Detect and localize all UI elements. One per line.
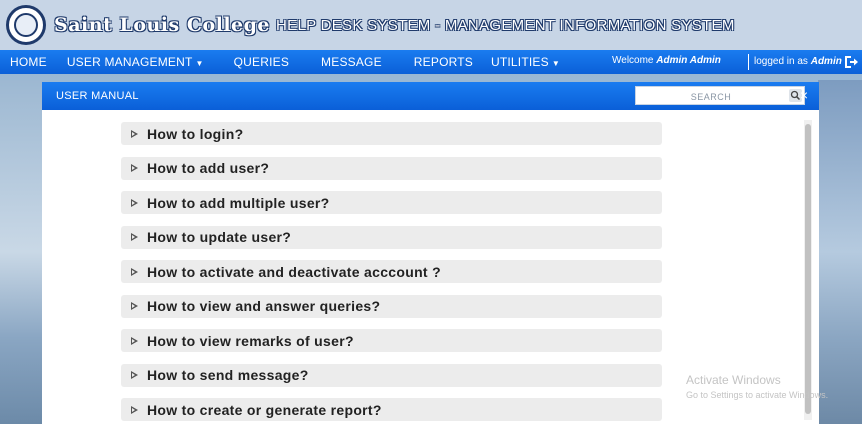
faq-question: How to send message? xyxy=(147,367,309,383)
faq-item-add-multiple-user[interactable]: How to add multiple user? xyxy=(121,191,662,214)
main-navbar: HOME USER MANAGEMENT ▼ QUERIES MESSAGE RE… xyxy=(0,50,862,74)
site-header: Saint Louis College HELP DESK SYSTEM - M… xyxy=(0,0,862,50)
faq-item-login[interactable]: How to login? xyxy=(121,122,662,145)
play-triangle-icon xyxy=(131,302,138,310)
nav-divider xyxy=(748,54,749,70)
faq-item-update-user[interactable]: How to update user? xyxy=(121,225,662,249)
close-button[interactable]: × xyxy=(796,87,812,103)
play-triangle-icon xyxy=(131,129,138,138)
faq-question: How to create or generate report? xyxy=(147,401,382,418)
nav-queries[interactable]: QUERIES xyxy=(214,55,299,69)
watermark-title: Activate Windows xyxy=(686,373,781,387)
welcome-text: Welcome Admin Admin xyxy=(612,55,721,66)
nav-utilities[interactable]: UTILITIES ▼ xyxy=(483,55,570,69)
play-triangle-icon xyxy=(131,405,138,414)
faq-item-activate-account[interactable]: How to activate and deactivate acccount … xyxy=(121,260,662,283)
faq-question: How to view and answer queries? xyxy=(147,298,381,314)
nav-user-management[interactable]: USER MANAGEMENT ▼ xyxy=(57,55,214,69)
faq-list: How to login? How to add user? How to ad… xyxy=(121,122,662,424)
nav-reports[interactable]: REPORTS xyxy=(392,55,483,69)
play-triangle-icon xyxy=(131,371,138,379)
welcome-user: Admin Admin xyxy=(656,55,721,66)
play-triangle-icon xyxy=(131,198,138,207)
nav-message[interactable]: MESSAGE xyxy=(299,55,392,69)
background-left xyxy=(0,80,42,424)
activate-windows-watermark: Activate Windows Go to Settings to activ… xyxy=(686,373,828,400)
faq-item-send-message[interactable]: How to send message? xyxy=(121,363,662,387)
modal-header: USER MANUAL × xyxy=(42,82,819,110)
faq-question: How to view remarks of user? xyxy=(147,332,354,349)
college-seal-icon xyxy=(6,5,46,45)
play-triangle-icon xyxy=(131,336,138,345)
logged-in-user: Admin xyxy=(810,56,842,67)
modal-title: USER MANUAL xyxy=(56,90,139,102)
faq-item-add-user[interactable]: How to add user? xyxy=(121,156,662,180)
faq-item-generate-report[interactable]: How to create or generate report? xyxy=(121,398,662,421)
logout-icon[interactable] xyxy=(843,54,859,70)
play-triangle-icon xyxy=(131,267,138,276)
faq-item-view-remarks[interactable]: How to view remarks of user? xyxy=(121,329,662,352)
play-triangle-icon xyxy=(131,233,138,241)
caret-down-icon: ▼ xyxy=(195,59,204,68)
faq-question: How to add user? xyxy=(147,160,270,176)
logged-in-text: logged in as Admin xyxy=(754,56,842,67)
faq-item-view-queries[interactable]: How to view and answer queries? xyxy=(121,294,662,318)
college-name: Saint Louis College xyxy=(54,14,271,36)
faq-question: How to login? xyxy=(147,125,244,142)
search-box xyxy=(635,86,805,106)
watermark-subtitle: Go to Settings to activate Windows. xyxy=(686,390,829,400)
caret-down-icon: ▼ xyxy=(551,59,560,68)
play-triangle-icon xyxy=(131,164,138,172)
faq-question: How to add multiple user? xyxy=(147,194,330,211)
nav-home[interactable]: HOME xyxy=(0,55,57,69)
faq-question: How to activate and deactivate acccount … xyxy=(147,263,441,280)
scroll-thumb[interactable] xyxy=(805,124,811,414)
faq-question: How to update user? xyxy=(147,229,292,245)
system-title: HELP DESK SYSTEM - MANAGEMENT INFORMATIO… xyxy=(276,16,735,34)
search-input[interactable] xyxy=(636,88,786,106)
